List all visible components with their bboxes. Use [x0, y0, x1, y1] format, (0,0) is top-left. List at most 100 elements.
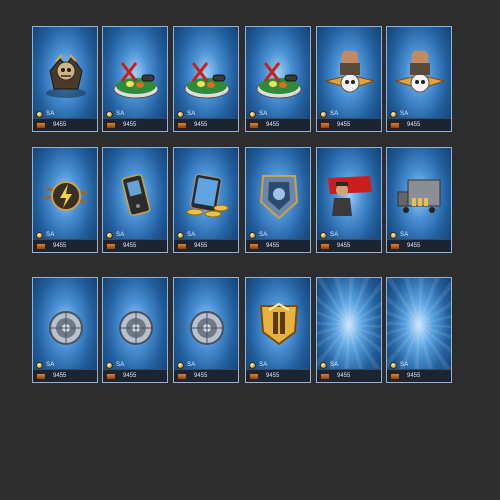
crate-icon	[320, 121, 330, 129]
item-card[interactable]: SA 9455	[102, 277, 168, 383]
crate-icon	[320, 242, 330, 250]
price-row: 9455	[33, 369, 97, 382]
price-label: 9455	[407, 373, 421, 379]
rank-label: SA	[259, 362, 268, 368]
item-card[interactable]: SA 9455	[386, 147, 452, 253]
price-row: 9455	[174, 118, 238, 131]
item-card[interactable]: SA 9455	[102, 147, 168, 253]
rank-coin-icon	[249, 231, 256, 239]
soldier-skull-badge-icon	[320, 41, 380, 105]
crate-icon	[320, 372, 330, 380]
price-label: 9455	[337, 122, 351, 128]
engine-gear-icon	[36, 292, 96, 356]
price-row: 9455	[174, 369, 238, 382]
price-row: 9455	[174, 239, 238, 252]
rank-coin-icon	[320, 361, 327, 369]
price-row: 9455	[387, 369, 451, 382]
rank-coin-icon	[320, 231, 327, 239]
item-card[interactable]: SA 9455	[245, 26, 311, 132]
rank-label: SA	[400, 362, 409, 368]
price-label: 9455	[407, 243, 421, 249]
price-row: 9455	[103, 118, 167, 131]
crate-icon	[177, 121, 187, 129]
rank-label: SA	[46, 362, 55, 368]
crate-icon	[249, 372, 259, 380]
price-label: 9455	[337, 373, 351, 379]
item-card[interactable]: SA 9455	[316, 277, 382, 383]
item-card[interactable]: SA 9455	[245, 277, 311, 383]
price-row: 9455	[33, 239, 97, 252]
item-card[interactable]: SA 9455	[173, 147, 239, 253]
crate-icon	[177, 242, 187, 250]
soldier-skull-badge-icon	[390, 41, 450, 105]
item-card[interactable]: SA 9455	[173, 277, 239, 383]
rank-coin-icon	[249, 110, 256, 118]
price-row: 9455	[103, 239, 167, 252]
rank-label: SA	[187, 232, 196, 238]
crate-icon	[106, 242, 116, 250]
rank-coin-icon	[106, 110, 113, 118]
rank-label: SA	[116, 232, 125, 238]
crate-icon	[36, 121, 46, 129]
item-card[interactable]: SA 9455	[102, 26, 168, 132]
grenade-pack-icon	[106, 41, 166, 105]
price-row: 9455	[317, 369, 381, 382]
rank-label: SA	[46, 111, 55, 117]
item-card[interactable]: SA 9455	[32, 26, 98, 132]
price-row: 9455	[246, 239, 310, 252]
rank-coin-icon	[36, 361, 43, 369]
grenade-pack-icon	[177, 41, 237, 105]
rank-label: SA	[259, 111, 268, 117]
rank-label: SA	[330, 362, 339, 368]
crate-icon	[36, 372, 46, 380]
item-card-grid: SA 9455 SA 9455 SA 9455 SA 9455 SA 9455 SA 945…	[0, 0, 500, 500]
price-label: 9455	[53, 122, 67, 128]
crate-icon	[249, 242, 259, 250]
rank-label: SA	[400, 111, 409, 117]
zombie-emblem-icon	[36, 41, 96, 105]
price-label: 9455	[123, 122, 137, 128]
price-label: 9455	[194, 373, 208, 379]
item-card[interactable]: SA 9455	[32, 147, 98, 253]
rank-coin-icon	[390, 110, 397, 118]
grenade-pack-icon	[249, 41, 309, 105]
price-row: 9455	[387, 118, 451, 131]
price-row: 9455	[103, 369, 167, 382]
price-label: 9455	[194, 122, 208, 128]
crate-icon	[390, 121, 400, 129]
price-row: 9455	[246, 118, 310, 131]
crate-icon	[106, 121, 116, 129]
item-card[interactable]: SA 9455	[245, 147, 311, 253]
mobile-phone-icon	[106, 162, 166, 226]
crate-icon	[390, 372, 400, 380]
item-card[interactable]: SA 9455	[386, 277, 452, 383]
price-label: 9455	[266, 122, 280, 128]
price-row: 9455	[317, 118, 381, 131]
price-label: 9455	[337, 243, 351, 249]
item-card[interactable]: SA 9455	[316, 147, 382, 253]
engine-gear-icon	[177, 292, 237, 356]
price-row: 9455	[246, 369, 310, 382]
item-card[interactable]: SA 9455	[32, 277, 98, 383]
rank-label: SA	[400, 232, 409, 238]
price-label: 9455	[407, 122, 421, 128]
price-row: 9455	[33, 118, 97, 131]
crate-icon	[36, 242, 46, 250]
tablet-gold-coins-icon	[177, 162, 237, 226]
rank-coin-icon	[36, 231, 43, 239]
cargo-truck-icon	[390, 162, 450, 226]
item-card[interactable]: SA 9455	[386, 26, 452, 132]
item-card[interactable]: SA 9455	[316, 26, 382, 132]
gold-shield-icon	[249, 292, 309, 356]
rank-coin-icon	[177, 231, 184, 239]
rank-coin-icon	[36, 110, 43, 118]
item-card[interactable]: SA 9455	[173, 26, 239, 132]
rank-coin-icon	[390, 361, 397, 369]
crate-icon	[177, 372, 187, 380]
rank-label: SA	[46, 232, 55, 238]
price-row: 9455	[317, 239, 381, 252]
price-label: 9455	[266, 243, 280, 249]
rank-coin-icon	[390, 231, 397, 239]
price-label: 9455	[53, 243, 67, 249]
crate-icon	[390, 242, 400, 250]
